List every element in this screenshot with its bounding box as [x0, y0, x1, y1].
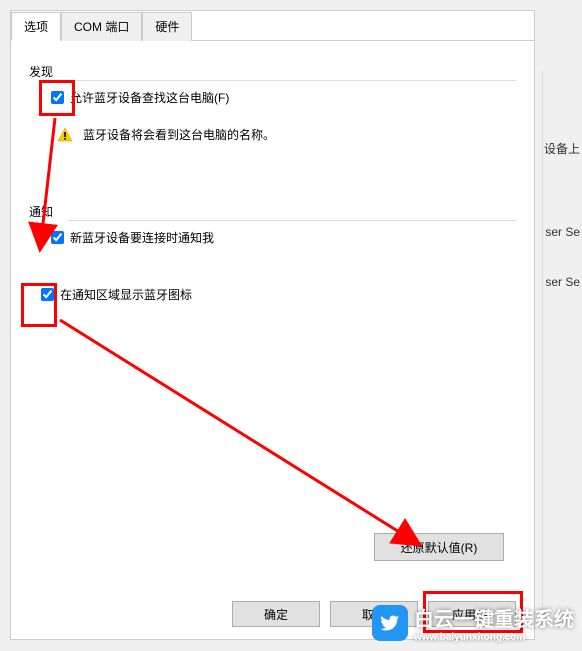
tab-options[interactable]: 选项 [11, 12, 61, 41]
row-warning: 蓝牙设备将会看到这台电脑的名称。 [57, 126, 516, 143]
label-notify-connect: 新蓝牙设备要连接时通知我 [70, 229, 214, 246]
group-discovery-title: 发现 [29, 63, 516, 80]
bg-text-2: ser Se [545, 225, 580, 239]
label-allow-find: 允许蓝牙设备查找这台电脑(F) [70, 89, 229, 106]
checkbox-notify-connect[interactable] [51, 231, 64, 244]
tab-bar: 选项 COM 端口 硬件 [11, 11, 534, 41]
checkbox-allow-find[interactable] [51, 91, 64, 104]
watermark-title: 白云一键重装系统 [414, 609, 574, 631]
tab-content: 发现 允许蓝牙设备查找这台电脑(F) 蓝牙设备将会看到这台电脑的名称。 通知 新… [11, 41, 534, 581]
ok-button[interactable]: 确定 [232, 601, 320, 627]
bg-text-3: ser Se [545, 275, 580, 289]
background-panel: 设备上 ser Se ser Se [542, 70, 582, 630]
watermark: 白云一键重装系统 www.baiyunxitong.com [372, 603, 574, 643]
warning-icon [57, 127, 73, 143]
checkbox-show-tray[interactable] [41, 288, 54, 301]
watermark-logo-icon [372, 605, 408, 641]
bg-text-1: 设备上 [544, 140, 580, 157]
tab-com-port[interactable]: COM 端口 [61, 12, 142, 41]
watermark-url: www.baiyunxitong.com [414, 632, 574, 643]
row-allow-find: 允许蓝牙设备查找这台电脑(F) [51, 89, 516, 106]
bluetooth-settings-dialog: 选项 COM 端口 硬件 发现 允许蓝牙设备查找这台电脑(F) 蓝牙设备将会看到… [10, 10, 535, 640]
tab-hardware[interactable]: 硬件 [142, 12, 192, 41]
restore-defaults-button[interactable]: 还原默认值(R) [374, 533, 504, 561]
warning-text: 蓝牙设备将会看到这台电脑的名称。 [83, 126, 275, 143]
group-notification-title: 通知 [29, 203, 516, 220]
row-notify-connect: 新蓝牙设备要连接时通知我 [51, 229, 516, 246]
label-show-tray: 在通知区域显示蓝牙图标 [60, 286, 192, 303]
row-show-tray: 在通知区域显示蓝牙图标 [41, 286, 516, 303]
